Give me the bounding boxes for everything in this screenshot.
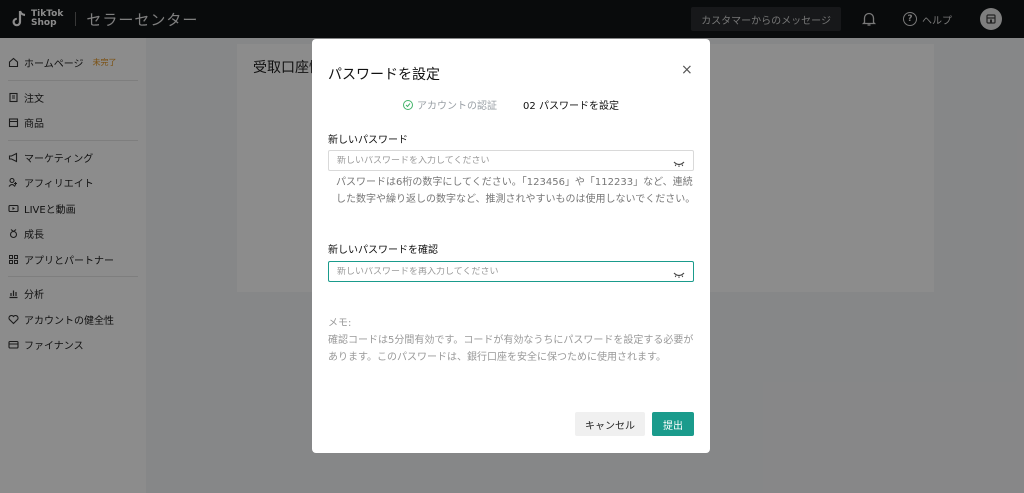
check-circle-icon	[403, 99, 414, 110]
memo-title: メモ:	[328, 318, 352, 329]
new-password-input[interactable]	[337, 155, 673, 166]
step-set-password: 02 パスワードを設定	[523, 101, 619, 112]
eye-closed-icon[interactable]	[673, 268, 685, 278]
password-hint: パスワードは6桁の数字にしてください。「123456」や「112233」など、連…	[336, 177, 696, 205]
step-label: アカウントの認証	[417, 101, 498, 112]
new-password-field[interactable]	[328, 150, 694, 171]
submit-button[interactable]: 提出	[652, 412, 694, 436]
confirm-password-input[interactable]	[337, 266, 673, 277]
step-verify-account: アカウントの認証	[403, 97, 497, 112]
set-password-modal: パスワードを設定 × アカウントの認証 02 パスワードを設定 新しいパスワード…	[312, 39, 710, 453]
modal-title: パスワードを設定	[328, 67, 440, 83]
confirm-password-label: 新しいパスワードを確認	[328, 245, 438, 256]
cancel-button[interactable]: キャンセル	[575, 412, 645, 436]
new-password-label: 新しいパスワード	[328, 135, 408, 146]
step-indicator: アカウントの認証 02 パスワードを設定	[312, 97, 710, 112]
eye-closed-icon[interactable]	[673, 157, 685, 167]
close-icon[interactable]: ×	[681, 63, 693, 77]
memo-text: 確認コードは5分間有効です。コードが有効なうちにパスワードを設定する必要がありま…	[328, 335, 694, 363]
memo-note: メモ: 確認コードは5分間有効です。コードが有効なうちにパスワードを設定する必要…	[328, 315, 698, 366]
confirm-password-field[interactable]	[328, 261, 694, 282]
